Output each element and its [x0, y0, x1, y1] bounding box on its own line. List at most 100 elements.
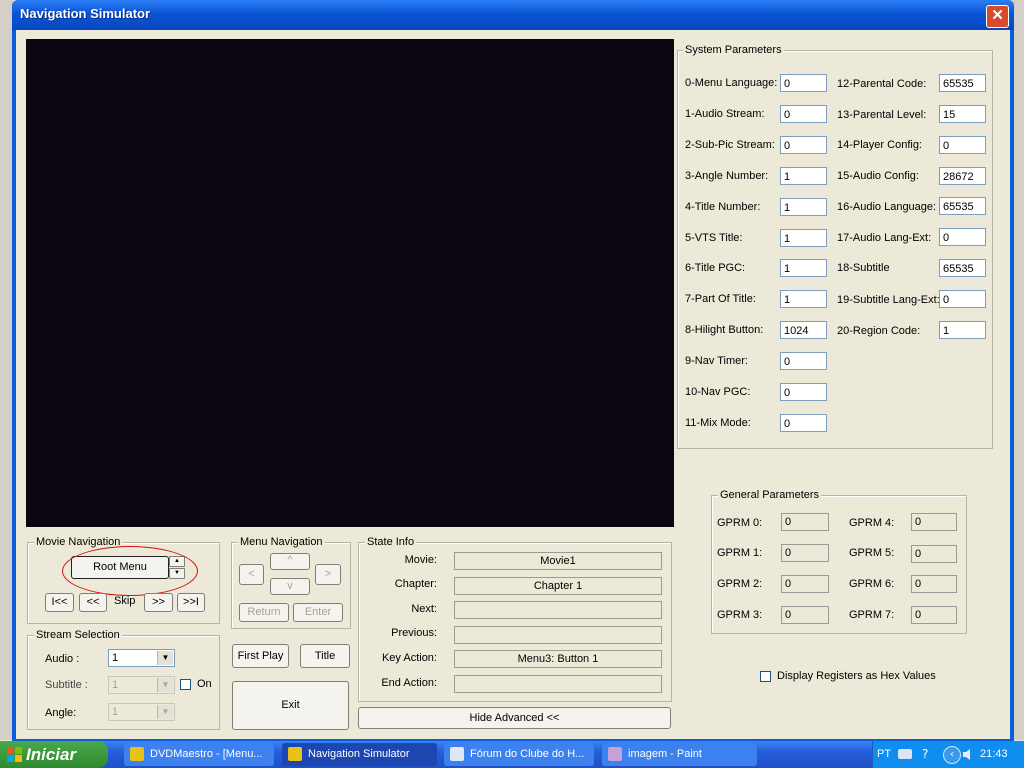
chevron-down-icon[interactable]: ▼: [157, 678, 173, 692]
state-info-title: State Info: [365, 536, 417, 548]
param-label: 1-Audio Stream:: [685, 108, 765, 120]
state-info-label: Previous:: [391, 627, 437, 639]
gprm-label: GPRM 6:: [849, 578, 895, 590]
param-field-mix-mode[interactable]: 0: [780, 414, 827, 432]
param-field-title-pgc[interactable]: 1: [780, 259, 827, 277]
param-field-angle-number[interactable]: 1: [780, 167, 827, 185]
gprm-label: GPRM 2:: [717, 578, 763, 590]
state-info-next-field: [454, 601, 662, 619]
state-info-label: Chapter:: [394, 578, 437, 590]
chevron-down-icon[interactable]: ▼: [157, 705, 173, 719]
param-field-title-number[interactable]: 1: [780, 198, 827, 216]
gprm-field-4: 0: [911, 513, 957, 531]
menu-enter-button[interactable]: Enter: [293, 603, 343, 622]
clock: 21:43: [980, 748, 1008, 760]
speaker-icon[interactable]: [962, 748, 975, 761]
subtitle-select[interactable]: 1 ▼: [108, 676, 175, 694]
param-field-audio-language[interactable]: 65535: [939, 197, 986, 215]
state-info-label: Key Action:: [381, 652, 437, 664]
taskbar-item-label: imagem - Paint: [628, 748, 702, 760]
param-field-nav-timer[interactable]: 0: [780, 352, 827, 370]
param-field-nav-pgc[interactable]: 0: [780, 383, 827, 401]
param-field-vts-title[interactable]: 1: [780, 229, 827, 247]
param-label: 5-VTS Title:: [685, 232, 743, 244]
param-field-player-config[interactable]: 0: [939, 136, 986, 154]
param-field-subtitle[interactable]: 65535: [939, 259, 986, 277]
param-label: 0-Menu Language:: [685, 77, 778, 89]
chevron-left-icon[interactable]: ‹: [943, 746, 961, 764]
prev-chapter-button[interactable]: I<<: [45, 593, 74, 612]
gprm-field-6: 0: [911, 575, 957, 593]
state-info-chapter-field: Chapter 1: [454, 577, 662, 595]
close-button[interactable]: ✕: [986, 5, 1009, 28]
forward-button[interactable]: >>: [144, 593, 173, 612]
angle-label: Angle:: [45, 707, 77, 719]
subtitle-label: Subtitle :: [45, 679, 88, 691]
taskbar-item-navigation-simulator[interactable]: Navigation Simulator: [282, 743, 437, 766]
exit-button[interactable]: Exit: [232, 681, 349, 730]
subtitle-on-checkbox[interactable]: [180, 679, 191, 690]
param-field-parental-level[interactable]: 15: [939, 105, 986, 123]
menu-right-button[interactable]: >: [315, 564, 341, 585]
audio-label: Audio :: [45, 653, 80, 665]
param-label: 7-Part Of Title:: [685, 293, 756, 305]
param-field-subtitle-lang-ext[interactable]: 0: [939, 290, 986, 308]
taskbar-item-forum[interactable]: Fórum do Clube do H...: [444, 743, 594, 766]
menu-left-button[interactable]: <: [239, 564, 264, 585]
subtitle-select-value: 1: [112, 679, 119, 691]
first-play-button[interactable]: First Play: [232, 644, 289, 668]
param-field-menu-language[interactable]: 0: [780, 74, 827, 92]
hide-advanced-button[interactable]: Hide Advanced <<: [358, 707, 671, 729]
angle-select[interactable]: 1 ▼: [108, 703, 175, 721]
windows-logo-icon: [7, 747, 22, 762]
keyboard-icon[interactable]: [898, 749, 912, 759]
param-label: 6-Title PGC:: [685, 262, 746, 274]
hex-values-checkbox[interactable]: [760, 671, 771, 682]
state-info-previous-field: [454, 626, 662, 644]
taskbar-item-label: Fórum do Clube do H...: [470, 748, 585, 760]
gprm-field-3: 0: [781, 606, 829, 624]
hex-values-label: Display Registers as Hex Values: [777, 670, 936, 682]
param-field-hilight-button[interactable]: 1024: [780, 321, 827, 339]
menu-down-button[interactable]: v: [270, 578, 310, 595]
param-label: 20-Region Code:: [837, 325, 921, 337]
param-label: 17-Audio Lang-Ext:: [837, 232, 932, 244]
param-label: 11-Mix Mode:: [685, 417, 751, 429]
state-info-label: Next:: [411, 603, 437, 615]
browser-icon: [450, 747, 464, 761]
gprm-field-7: 0: [911, 606, 957, 624]
rewind-button[interactable]: <<: [79, 593, 107, 612]
param-field-audio-lang-ext[interactable]: 0: [939, 228, 986, 246]
audio-select-value: 1: [112, 652, 119, 664]
gprm-label: GPRM 5:: [849, 547, 895, 559]
param-field-audio-config[interactable]: 28672: [939, 167, 986, 185]
taskbar-item-dvdmaestro[interactable]: DVDMaestro - [Menu...: [124, 743, 274, 766]
state-info-label: Movie:: [404, 554, 437, 566]
language-indicator[interactable]: PT: [877, 741, 891, 768]
menu-return-button[interactable]: Return: [239, 603, 289, 622]
param-field-region-code[interactable]: 1: [939, 321, 986, 339]
param-label: 9-Nav Timer:: [685, 355, 748, 367]
title-bar[interactable]: [12, 0, 1014, 30]
param-field-parental-code[interactable]: 65535: [939, 74, 986, 92]
menu-navigation-title: Menu Navigation: [238, 536, 325, 548]
taskbar-item-label: Navigation Simulator: [308, 748, 410, 760]
help-icon[interactable]: ?: [922, 747, 934, 761]
gprm-label: GPRM 1:: [717, 547, 763, 559]
system-parameters-title: System Parameters: [683, 44, 784, 56]
param-field-part-of-title[interactable]: 1: [780, 290, 827, 308]
taskbar-item-paint[interactable]: imagem - Paint: [602, 743, 757, 766]
param-label: 4-Title Number:: [685, 201, 761, 213]
chevron-down-icon[interactable]: ▼: [157, 651, 173, 665]
video-preview[interactable]: [26, 39, 674, 527]
param-field-audio-stream[interactable]: 0: [780, 105, 827, 123]
audio-select[interactable]: 1 ▼: [108, 649, 175, 667]
state-info-key-action-field: Menu3: Button 1: [454, 650, 662, 668]
param-field-sub-pic-stream[interactable]: 0: [780, 136, 827, 154]
title-button[interactable]: Title: [300, 644, 350, 668]
window-title: Navigation Simulator: [20, 6, 151, 21]
next-chapter-button[interactable]: >>I: [177, 593, 205, 612]
param-label: 10-Nav PGC:: [685, 386, 751, 398]
menu-up-button[interactable]: ^: [270, 553, 310, 570]
param-label: 14-Player Config:: [837, 139, 922, 151]
